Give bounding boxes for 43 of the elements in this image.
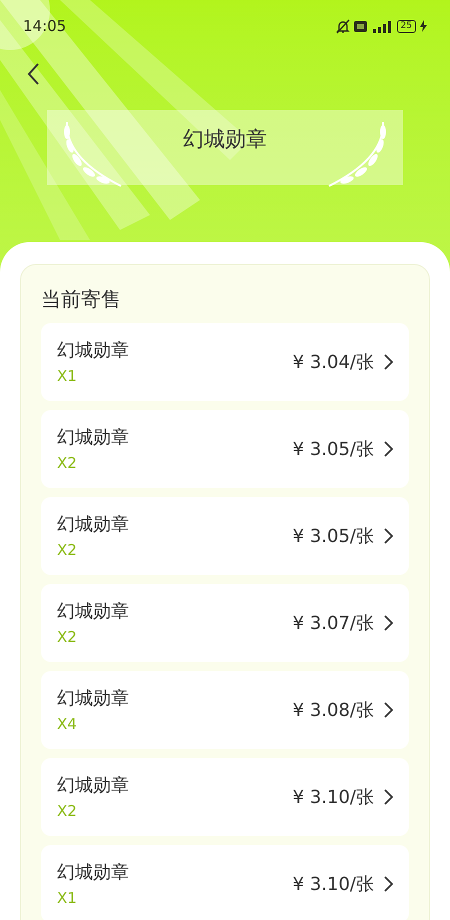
item-name: 幻城勋章 — [57, 600, 129, 624]
item-name: 幻城勋章 — [57, 426, 129, 450]
listing-row[interactable]: 幻城勋章 X2 ¥ 3.05/张 — [41, 410, 409, 488]
chevron-right-icon — [384, 528, 393, 544]
listing-row[interactable]: 幻城勋章 X2 ¥ 3.05/张 — [41, 497, 409, 575]
item-name: 幻城勋章 — [57, 861, 129, 885]
hd-icon — [354, 20, 367, 32]
listing-row[interactable]: 幻城勋章 X1 ¥ 3.10/张 — [41, 845, 409, 920]
item-price: ¥ 3.08/张 — [292, 698, 374, 722]
listing-row[interactable]: 幻城勋章 X2 ¥ 3.10/张 — [41, 758, 409, 836]
bell-muted-icon — [336, 18, 350, 34]
item-price: ¥ 3.05/张 — [292, 438, 374, 462]
item-quantity: X1 — [57, 888, 78, 908]
listing-row[interactable]: 幻城勋章 X2 ¥ 3.07/张 — [41, 584, 409, 662]
listing-row[interactable]: 幻城勋章 X4 ¥ 3.08/张 — [41, 671, 409, 749]
charging-icon — [420, 20, 427, 32]
item-quantity: X2 — [57, 801, 78, 821]
battery-icon: 25 — [396, 20, 416, 32]
item-name: 幻城勋章 — [57, 687, 129, 711]
item-price: ¥ 3.07/张 — [292, 612, 374, 636]
back-icon[interactable] — [26, 62, 40, 86]
item-quantity: X2 — [57, 627, 78, 647]
item-name: 幻城勋章 — [57, 513, 129, 537]
item-price: ¥ 3.10/张 — [292, 786, 374, 810]
item-name: 幻城勋章 — [57, 339, 129, 363]
item-quantity: X2 — [57, 540, 78, 560]
item-quantity: X1 — [57, 366, 78, 386]
listing-row[interactable]: 幻城勋章 X1 ¥ 3.04/张 — [41, 323, 409, 401]
item-price: ¥ 3.05/张 — [292, 524, 374, 548]
item-quantity: X4 — [57, 714, 78, 734]
item-price: ¥ 3.04/张 — [292, 350, 374, 374]
chevron-right-icon — [384, 876, 393, 892]
signal-icon — [370, 20, 393, 32]
page-title: 幻城勋章 — [183, 126, 267, 153]
chevron-right-icon — [384, 441, 393, 457]
chevron-right-icon — [384, 615, 393, 631]
item-name: 幻城勋章 — [57, 774, 129, 798]
chevron-right-icon — [384, 789, 393, 805]
chevron-right-icon — [384, 354, 393, 370]
chevron-right-icon — [384, 702, 393, 718]
item-price: ¥ 3.10/张 — [292, 872, 374, 896]
item-quantity: X2 — [57, 453, 78, 473]
section-title: 当前寄售 — [41, 286, 122, 313]
